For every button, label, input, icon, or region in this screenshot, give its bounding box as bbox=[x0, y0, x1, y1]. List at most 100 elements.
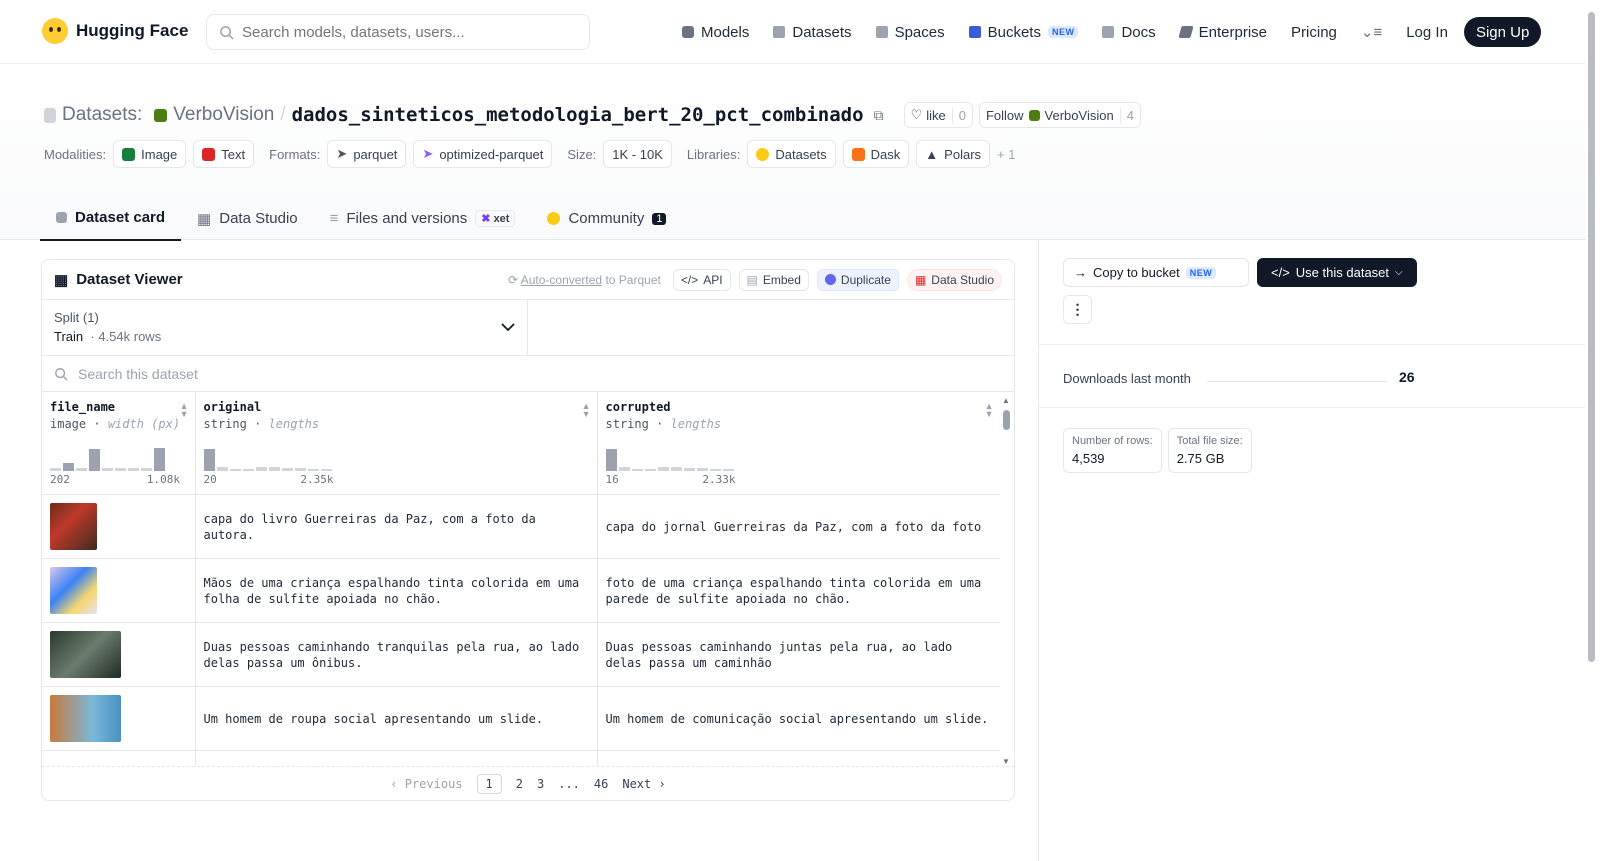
scroll-thumb[interactable] bbox=[1003, 410, 1010, 430]
api-button[interactable]: </> API bbox=[672, 268, 731, 291]
histogram-bar[interactable] bbox=[115, 468, 126, 471]
global-search-input[interactable] bbox=[242, 23, 562, 41]
histogram-bar[interactable] bbox=[89, 448, 100, 471]
cell-corrupted[interactable]: capa do jornal Guerreiras da Paz, com a … bbox=[597, 494, 1001, 559]
cell-original[interactable]: Duas pessoas caminhando tranquilas pela … bbox=[195, 622, 598, 687]
histogram-bar[interactable] bbox=[307, 469, 319, 471]
signup-button[interactable]: Sign Up bbox=[1463, 17, 1542, 47]
page-3[interactable]: 3 bbox=[537, 777, 544, 791]
sort-icon[interactable]: ▲ ▼ bbox=[180, 402, 189, 419]
row-image-thumbnail[interactable] bbox=[50, 631, 121, 678]
histogram-bar[interactable] bbox=[709, 469, 721, 471]
histogram-bar[interactable] bbox=[203, 448, 215, 471]
histogram-bar[interactable] bbox=[63, 463, 74, 471]
histogram-bar[interactable] bbox=[76, 468, 87, 471]
histogram-bar[interactable] bbox=[229, 469, 241, 471]
tag-parquet[interactable]: ➤ parquet bbox=[327, 140, 407, 168]
page-scroll-thumb[interactable] bbox=[1588, 12, 1595, 662]
histogram-bar[interactable] bbox=[657, 467, 669, 471]
histogram-bar[interactable] bbox=[154, 447, 165, 471]
next-page[interactable]: Next › bbox=[622, 777, 665, 791]
histogram-bar[interactable] bbox=[102, 468, 113, 471]
tab-files-and-versions[interactable]: ≡ Files and versions ✖ xet bbox=[314, 196, 532, 241]
tag-dask[interactable]: Dask bbox=[842, 140, 910, 168]
sort-icon[interactable]: ▲ ▼ bbox=[582, 402, 591, 419]
data-studio-button[interactable]: ▦ Data Studio bbox=[906, 268, 1002, 291]
histogram-bar[interactable] bbox=[268, 467, 280, 471]
tag-image[interactable]: Image bbox=[113, 140, 187, 168]
cell-corrupted[interactable]: Um homem de comunicação social apresenta… bbox=[597, 686, 1001, 751]
histogram-bar[interactable] bbox=[605, 448, 617, 471]
tag-polars[interactable]: ▲ Polars bbox=[916, 140, 991, 168]
dataset-search[interactable]: Search this dataset bbox=[42, 356, 1014, 392]
tag-text[interactable]: Text bbox=[193, 140, 255, 168]
histogram-bar[interactable] bbox=[683, 468, 695, 471]
login-link[interactable]: Log In bbox=[1394, 14, 1460, 50]
histogram-bar[interactable] bbox=[320, 469, 332, 471]
tab-dataset-card[interactable]: Dataset card bbox=[40, 196, 182, 241]
tag-size[interactable]: 1K - 10K bbox=[603, 140, 672, 168]
table-row[interactable]: Duas pessoas caminhando tranquilas pela … bbox=[42, 622, 1001, 687]
histogram-bar[interactable] bbox=[618, 467, 630, 471]
column-header-corrupted[interactable]: corrupted string · lengths 16 2.33k ▲ ▼ bbox=[597, 392, 1001, 495]
histogram-bar[interactable] bbox=[216, 467, 228, 471]
histogram-bar[interactable] bbox=[696, 468, 708, 471]
copy-to-bucket-button[interactable]: → Copy to bucket NEW bbox=[1063, 258, 1249, 287]
histogram-bar[interactable] bbox=[242, 469, 254, 471]
histogram-bar[interactable] bbox=[281, 468, 293, 471]
owner-link[interactable]: VerboVision bbox=[173, 104, 274, 126]
page-scrollbar[interactable] bbox=[1586, 0, 1598, 861]
cell-original[interactable]: Mãos de uma criança espalhando tinta col… bbox=[195, 558, 598, 623]
cell-corrupted[interactable]: Duas pessoas caminhando juntas pela rua,… bbox=[597, 622, 1001, 687]
table-scrollbar[interactable]: ▲ ▼ bbox=[1000, 392, 1014, 768]
histogram-bar[interactable] bbox=[644, 469, 656, 471]
global-search[interactable] bbox=[206, 14, 590, 50]
row-image-thumbnail[interactable] bbox=[50, 567, 97, 614]
cell-file-name[interactable] bbox=[42, 494, 196, 559]
histogram-bar[interactable] bbox=[128, 468, 139, 471]
column-header-original[interactable]: original string · lengths 20 2.35k ▲ ▼ bbox=[195, 392, 598, 495]
duplicate-button[interactable]: Duplicate bbox=[816, 268, 899, 291]
histogram-bar[interactable] bbox=[631, 469, 643, 471]
scroll-down-icon[interactable]: ▼ bbox=[1002, 757, 1010, 766]
histogram-bar[interactable] bbox=[722, 469, 734, 471]
tab-community[interactable]: Community 1 bbox=[531, 196, 682, 241]
sort-icon[interactable]: ▲ ▼ bbox=[985, 402, 994, 419]
histogram-bar[interactable] bbox=[141, 468, 152, 471]
cell-original[interactable]: capa do livro Guerreiras da Paz, com a f… bbox=[195, 494, 598, 559]
table-row[interactable]: capa do livro Guerreiras da Paz, com a f… bbox=[42, 494, 1001, 559]
tab-data-studio[interactable]: ▦ Data Studio bbox=[181, 196, 314, 241]
nav-docs[interactable]: Docs bbox=[1090, 14, 1167, 50]
section-label[interactable]: Datasets: bbox=[62, 104, 142, 126]
tag-datasets-lib[interactable]: Datasets bbox=[747, 140, 836, 168]
page-46[interactable]: 46 bbox=[594, 777, 608, 791]
like-button[interactable]: ♡ like 0 bbox=[903, 102, 973, 128]
cell-file-name[interactable] bbox=[42, 558, 196, 623]
cell-file-name[interactable] bbox=[42, 686, 196, 751]
nav-datasets[interactable]: Datasets bbox=[761, 14, 863, 50]
auto-converted-link[interactable]: Auto-converted bbox=[521, 273, 602, 287]
nav-models[interactable]: Models bbox=[670, 14, 761, 50]
tag-optimized-parquet[interactable]: ➤ optimized-parquet bbox=[413, 140, 553, 168]
more-menu-button[interactable]: ⌄≡ bbox=[1349, 14, 1394, 50]
split-selector[interactable]: Split (1) Train · 4.54k rows bbox=[42, 300, 528, 355]
follow-button[interactable]: Follow VerboVision 4 bbox=[978, 102, 1141, 128]
page-2[interactable]: 2 bbox=[516, 777, 523, 791]
cell-corrupted[interactable]: foto de uma criança espalhando tinta col… bbox=[597, 558, 1001, 623]
scroll-up-icon[interactable]: ▲ bbox=[1002, 396, 1010, 405]
nav-buckets[interactable]: Buckets NEW bbox=[957, 14, 1091, 50]
more-options-button[interactable]: ⋮ bbox=[1063, 295, 1092, 324]
row-image-thumbnail[interactable] bbox=[50, 695, 121, 742]
histogram-bar[interactable] bbox=[255, 467, 267, 471]
cell-file-name[interactable] bbox=[42, 622, 196, 687]
histogram-bar[interactable] bbox=[50, 468, 61, 471]
cell-original[interactable]: Um homem de roupa social apresentando um… bbox=[195, 686, 598, 751]
prev-page[interactable]: ‹ Previous bbox=[390, 777, 462, 791]
table-row[interactable]: Um homem de roupa social apresentando um… bbox=[42, 686, 1001, 751]
table-row[interactable]: Mãos de uma criança espalhando tinta col… bbox=[42, 558, 1001, 623]
dataset-name[interactable]: dados_sinteticos_metodologia_bert_20_pct… bbox=[292, 104, 864, 126]
copy-icon[interactable]: ⧉ bbox=[874, 107, 884, 124]
nav-pricing[interactable]: Pricing bbox=[1279, 14, 1349, 50]
histogram-bar[interactable] bbox=[670, 467, 682, 471]
nav-spaces[interactable]: Spaces bbox=[864, 14, 957, 50]
